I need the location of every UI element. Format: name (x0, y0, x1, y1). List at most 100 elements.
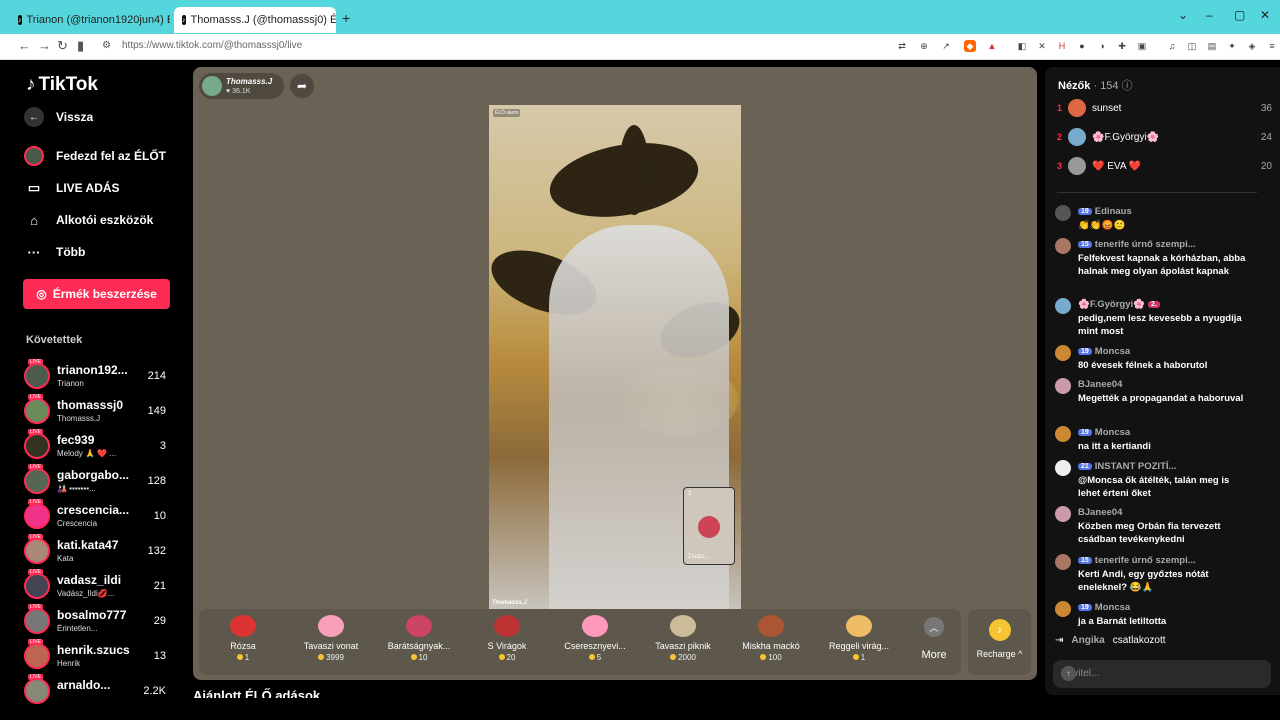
extension-icon[interactable]: H (1056, 40, 1068, 52)
get-coins-button[interactable]: ◎ Érmék beszerzése (23, 279, 170, 309)
info-icon[interactable]: ⓘ (1122, 80, 1133, 92)
more-gifts-button[interactable]: ︿ More (907, 617, 961, 661)
top-viewer-row[interactable]: 1 sunset 36 (1057, 99, 1272, 119)
wallet-icon[interactable]: ▤ (1206, 40, 1218, 52)
avatar[interactable] (1055, 426, 1071, 442)
avatar[interactable] (1055, 554, 1071, 570)
avatar[interactable] (1055, 205, 1071, 221)
gift-item[interactable]: Miskha mackó 100 (731, 615, 811, 671)
avatar[interactable] (1055, 601, 1071, 617)
gift-item[interactable]: Reggeli virág... 1 (819, 615, 899, 671)
following-subtitle: Trianon (57, 379, 84, 388)
chat-username[interactable]: Moncsa (1095, 602, 1130, 613)
tiktok-note-icon: ♪ (26, 74, 36, 95)
joined-username[interactable]: Angika (1071, 635, 1104, 646)
gift-name: S Virágok (487, 641, 527, 651)
gift-item[interactable]: Barátságnyak... 10 (379, 615, 459, 671)
following-item[interactable]: LIVE vadasz_ildi Vadász_Ildi💋... 21 (24, 569, 174, 601)
following-item[interactable]: LIVE trianon192... Trianon 214 (24, 359, 174, 391)
gift-item[interactable]: Rózsa 1 (203, 615, 283, 671)
gift-item[interactable]: S Virágok 20 (467, 615, 547, 671)
avatar[interactable] (1055, 506, 1071, 522)
following-item[interactable]: LIVE bosalmo777 Érintetlen... 29 (24, 604, 174, 636)
chat-username[interactable]: BJanee04 (1078, 507, 1122, 518)
chat-username[interactable]: 🌸F.Györgyi🌸 (1078, 299, 1145, 310)
following-item[interactable]: LIVE gaborgabo... 🎎 ▪▪▪▪▪▪▪... 128 (24, 464, 174, 496)
tiktok-logo[interactable]: ♪ TikTok (26, 74, 98, 96)
nav-creator-tools[interactable]: ⌂ Alkotói eszközök (24, 210, 153, 230)
gift-item[interactable]: Tavaszi piknik 2000 (643, 615, 723, 671)
chevron-down-icon[interactable]: ⌄ (1178, 8, 1188, 22)
rose-icon (230, 615, 256, 637)
chat-username[interactable]: BJanee04 (1078, 379, 1122, 390)
extension-icon[interactable]: ◧ (1016, 40, 1028, 52)
new-tab-button[interactable]: + (342, 10, 350, 26)
chat-username[interactable]: Moncsa (1095, 346, 1130, 357)
back-link[interactable]: ← Vissza (24, 107, 93, 127)
puzzle-icon[interactable]: ✚ (1116, 40, 1128, 52)
avatar (24, 643, 50, 669)
chat-username[interactable]: tenerife úrnő szempi... (1095, 239, 1196, 250)
host-info[interactable]: Thomasss.J ♥ 36.1K (199, 73, 284, 99)
nav-more[interactable]: ··· Több (24, 242, 86, 262)
avatar[interactable] (1055, 298, 1071, 314)
following-item[interactable]: LIVE kati.kata47 Kata 132 (24, 534, 174, 566)
chat-username[interactable]: Moncsa (1095, 427, 1130, 438)
top-viewer-row[interactable]: 3 ❤️ EVA ❤️ 20 (1057, 157, 1272, 177)
send-icon[interactable]: ↑ (1061, 666, 1076, 681)
guest-video[interactable]: 2 Zsuzs... (683, 487, 735, 565)
video-player[interactable]: ÉLŐ sketo Thomasss.J 2 Zsuzs... (489, 105, 741, 609)
following-item[interactable]: LIVE arnaldo... 2.2K (24, 674, 174, 706)
viewers-header[interactable]: Nézők · 154 ⓘ (1058, 77, 1133, 93)
menu-icon[interactable]: ≡ (1266, 40, 1278, 52)
url-field[interactable]: https://www.tiktok.com/@thomasssj0/live (122, 40, 302, 51)
site-settings-icon[interactable]: ⚙ (102, 40, 111, 51)
chat-username[interactable]: tenerife úrnő szempi... (1095, 555, 1196, 566)
minimize-icon[interactable]: – (1206, 8, 1213, 22)
browser-tab-thomasssj0[interactable]: ♪ Thomasss.J (@thomasssj0) É ✕ (174, 7, 336, 33)
avatar[interactable] (1055, 378, 1071, 394)
share-icon[interactable]: ↗ (940, 40, 952, 52)
avatar[interactable] (1055, 238, 1071, 254)
nav-live-studio[interactable]: ▭ LIVE ADÁS (24, 178, 120, 198)
share-icon[interactable]: ➦ (290, 74, 314, 98)
extension-icon[interactable]: ▣ (1136, 40, 1148, 52)
avatar[interactable] (1055, 460, 1071, 476)
following-item[interactable]: LIVE henrik.szucs Henrik 13 (24, 639, 174, 671)
zoom-icon[interactable]: ⊕ (918, 40, 930, 52)
following-item[interactable]: LIVE thomasssj0 Thomasss.J 149 (24, 394, 174, 426)
following-item[interactable]: LIVE fec939 Melody 🙏 ❤️ ... 3 (24, 429, 174, 461)
bookmark-icon[interactable]: ▮ (77, 38, 84, 54)
translate-icon[interactable]: ⇄ (896, 40, 908, 52)
browser-tab-trianon[interactable]: ♪ Trianon (@trianon1920jun4) ÉLŐ (10, 7, 170, 33)
sidebar-icon[interactable]: ◫ (1186, 40, 1198, 52)
chat-input[interactable]: Bevitel... ☺ ↑ (1053, 660, 1271, 688)
extension-icon[interactable]: ✕ (1036, 40, 1048, 52)
rewards-icon[interactable]: ▲ (986, 40, 998, 52)
extension-icon[interactable]: ● (1076, 40, 1088, 52)
live-label: ÉLŐ sketo (493, 109, 521, 117)
gift-icon (698, 516, 720, 538)
top-viewer-row[interactable]: 2 🌸F.Györgyi🌸 24 (1057, 128, 1272, 148)
close-window-icon[interactable]: ✕ (1260, 8, 1270, 22)
level-badge: 21 (1078, 463, 1092, 470)
chat-username[interactable]: Edinaus (1095, 206, 1132, 217)
chat-username[interactable]: INSTANT POZITÍ... (1095, 461, 1177, 472)
ai-icon[interactable]: ✦ (1226, 40, 1238, 52)
gift-item[interactable]: Tavaszi vonat 3999 (291, 615, 371, 671)
avatar[interactable] (1055, 345, 1071, 361)
gift-item[interactable]: Cseresznyevi... 5 (555, 615, 635, 671)
vpn-icon[interactable]: ◈ (1246, 40, 1258, 52)
reload-icon[interactable]: ↻ (57, 38, 68, 54)
avatar (202, 76, 222, 96)
following-item[interactable]: LIVE crescencia... Crescencia 10 (24, 499, 174, 531)
brave-shield-icon[interactable]: ◆ (964, 40, 976, 52)
back-icon[interactable]: ← (18, 38, 31, 53)
nav-explore-live[interactable]: Fedezd fel az ÉLŐT (24, 146, 166, 166)
music-icon[interactable]: ♫ (1166, 40, 1178, 52)
extension-icon[interactable]: ◑ (1096, 40, 1108, 52)
train-icon (318, 615, 344, 637)
maximize-icon[interactable]: ▢ (1234, 8, 1245, 22)
recharge-button[interactable]: ♪ Recharge ^ (968, 609, 1031, 675)
forward-icon[interactable]: → (38, 38, 51, 53)
